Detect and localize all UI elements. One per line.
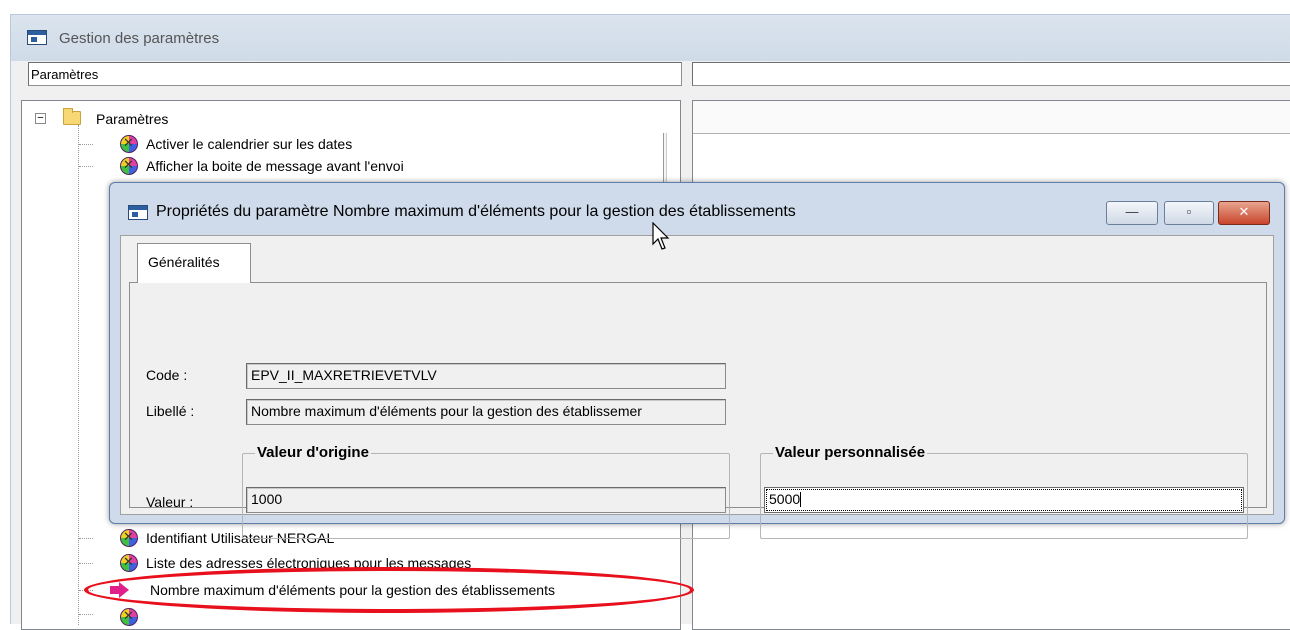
tree-connector [78, 125, 79, 625]
origin-value-field[interactable]: 1000 [246, 487, 726, 513]
dialog-title: Propriétés du paramètre Nombre maximum d… [156, 203, 796, 220]
tree-branch [79, 144, 93, 145]
tree-item-label: Nombre maximum d'éléments pour la gestio… [150, 582, 555, 598]
libelle-label: Libellé : [146, 403, 195, 419]
app-icon [27, 30, 47, 45]
column-header-right[interactable] [692, 62, 1290, 86]
tree-item-label: Liste des adresses électroniques pour le… [146, 555, 472, 571]
tab-page-generalites: Code : EPV_II_MAXRETRIEVETVLV Libellé : … [129, 282, 1267, 539]
custom-value-input[interactable]: 5000 [764, 487, 1244, 513]
selected-arrow-icon [110, 582, 130, 598]
libelle-field[interactable]: Nombre maximum d'éléments pour la gestio… [246, 399, 726, 425]
dialog-titlebar[interactable]: Propriétés du paramètre Nombre maximum d… [110, 183, 1284, 235]
folder-icon [63, 108, 81, 125]
parameter-icon [120, 157, 138, 175]
custom-value-group-title: Valeur personnalisée [773, 444, 928, 461]
text-caret [800, 492, 802, 507]
parameter-icon [120, 529, 138, 547]
dialog-app-icon [128, 205, 148, 220]
parameter-icon [120, 554, 138, 572]
tree-branch [79, 614, 93, 615]
detail-panel-header [693, 101, 1290, 134]
column-header-parametres[interactable]: Paramètres [28, 62, 682, 86]
properties-dialog: Propriétés du paramètre Nombre maximum d… [109, 182, 1285, 539]
tree-branch [79, 166, 93, 167]
tree-branch [79, 538, 93, 539]
valeur-label: Valeur : [146, 494, 194, 510]
dialog-body: Généralités Code : EPV_II_MAXRETRIEVETVL… [120, 235, 1274, 539]
tree-branch [79, 563, 93, 564]
parameter-icon [120, 608, 138, 626]
collapse-icon[interactable]: − [35, 113, 46, 124]
main-titlebar[interactable]: Gestion des paramètres [11, 15, 1290, 61]
maximize-button[interactable]: ▫ [1164, 201, 1214, 225]
code-label: Code : [146, 367, 188, 383]
minimize-button[interactable]: — [1106, 201, 1158, 225]
tree-item-partial[interactable] [120, 606, 138, 628]
tree-root-parametres[interactable]: Paramètres [96, 108, 168, 130]
tab-generalites[interactable]: Généralités [137, 243, 251, 283]
tree-item[interactable]: Liste des adresses électroniques pour le… [120, 552, 471, 574]
custom-value-text: 5000 [769, 491, 801, 507]
tree-item[interactable]: Activer le calendrier sur les dates [120, 133, 352, 155]
tree-root-label: Paramètres [96, 111, 169, 127]
tree-item-label: Afficher la boite de message avant l'env… [146, 158, 404, 174]
code-field[interactable]: EPV_II_MAXRETRIEVETVLV [246, 363, 726, 389]
tree-branch [79, 590, 93, 591]
parameter-icon [120, 135, 138, 153]
tree-item[interactable]: Afficher la boite de message avant l'env… [120, 155, 404, 177]
origin-value-group-title: Valeur d'origine [255, 444, 371, 461]
tree-item-selected[interactable]: Nombre maximum d'éléments pour la gestio… [110, 579, 555, 601]
main-window-title: Gestion des paramètres [59, 30, 220, 47]
mouse-cursor-icon [652, 222, 670, 250]
tree-item-label: Activer le calendrier sur les dates [146, 136, 353, 152]
close-button[interactable]: ✕ [1218, 201, 1270, 225]
